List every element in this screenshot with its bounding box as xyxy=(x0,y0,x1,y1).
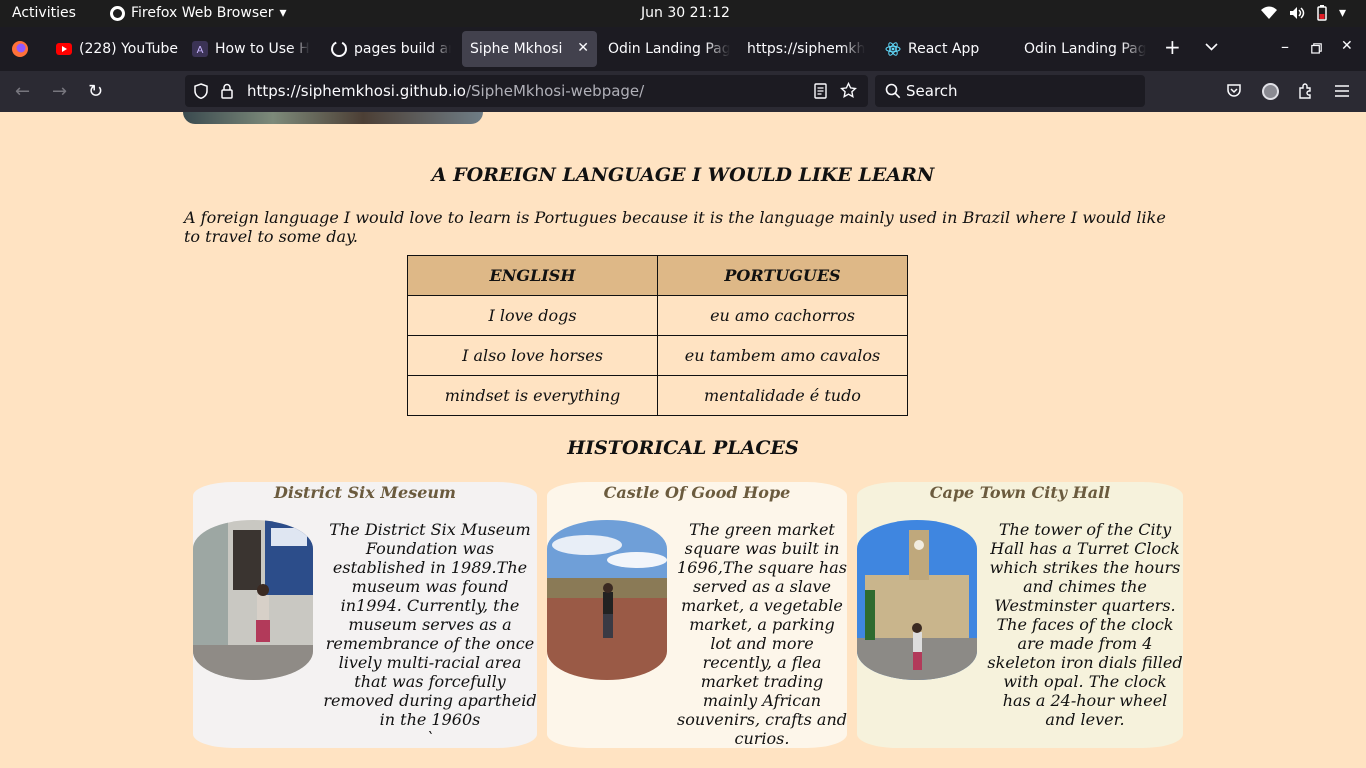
language-heading: A FOREIGN LANGUAGE I WOULD LIKE LEARN xyxy=(431,164,935,186)
column-header-portugues: PORTUGUES xyxy=(657,255,908,296)
hamburger-menu-icon[interactable] xyxy=(1335,84,1349,98)
place-description: The District Six Museum Foundation was e… xyxy=(323,520,537,748)
tab-youtube[interactable]: (228) YouTube xyxy=(48,31,180,67)
table-cell: eu amo cachorros xyxy=(657,295,908,336)
close-window-icon[interactable]: ✕ xyxy=(1341,38,1353,54)
reload-icon[interactable]: ↻ xyxy=(88,81,103,102)
tab-siphe-mkhosi[interactable]: Siphe Mkhosi ✕ xyxy=(462,31,597,67)
table-cell: eu tambem amo cavalos xyxy=(657,335,908,376)
place-card-district-six: District Six Meseum The District Six Mus… xyxy=(193,482,537,748)
search-icon xyxy=(885,83,901,99)
place-card-castle-good-hope: Castle Of Good Hope The green market squ… xyxy=(547,482,847,748)
place-card-city-hall: Cape Town City Hall The tower of the Cit… xyxy=(857,482,1183,748)
svg-text:A: A xyxy=(197,45,204,56)
list-tabs-chevron-icon[interactable] xyxy=(1205,43,1218,51)
url-text[interactable]: https://siphemkhosi.github.io/SipheMkhos… xyxy=(247,82,644,100)
address-bar[interactable]: https://siphemkhosi.github.io/SipheMkhos… xyxy=(185,75,868,107)
battery-icon xyxy=(1317,5,1327,21)
react-icon xyxy=(885,42,901,56)
bookmark-star-icon[interactable] xyxy=(840,82,857,99)
volume-icon xyxy=(1289,7,1305,19)
extensions-puzzle-icon[interactable] xyxy=(1298,83,1314,99)
table-row: I also love horses eu tambem amo cavalos xyxy=(407,335,908,376)
reader-view-icon[interactable] xyxy=(814,83,827,99)
table-header-row: ENGLISH PORTUGUES xyxy=(407,255,908,296)
stray-backtick: ` xyxy=(426,729,434,748)
column-header-english: ENGLISH xyxy=(407,255,658,296)
firefox-view-icon[interactable] xyxy=(11,40,29,58)
tab-odin-landing-2[interactable]: Odin Landing Pag xyxy=(1016,31,1146,67)
account-avatar-icon[interactable] xyxy=(1262,83,1279,100)
new-tab-plus-icon[interactable]: + xyxy=(1164,35,1181,59)
places-heading: HISTORICAL PLACES xyxy=(567,437,799,459)
city-hall-photo xyxy=(857,520,977,680)
search-bar[interactable]: Search xyxy=(875,75,1145,107)
back-arrow-icon[interactable]: ← xyxy=(15,81,30,102)
system-top-bar: Activities Firefox Web Browser ▾ Jun 30 … xyxy=(0,0,1366,27)
castle-photo xyxy=(547,520,667,680)
shield-icon[interactable] xyxy=(194,83,208,99)
github-icon xyxy=(331,41,347,57)
status-tray[interactable]: ▾ xyxy=(1260,5,1346,21)
tab-strip: (228) YouTube A How to Use HT pages buil… xyxy=(0,27,1366,71)
lock-icon[interactable] xyxy=(221,83,233,99)
youtube-icon xyxy=(56,43,72,55)
firefox-app-icon xyxy=(110,5,125,21)
language-paragraph: A foreign language I would love to learn… xyxy=(184,208,1166,246)
table-cell: I love dogs xyxy=(407,295,658,336)
hero-image xyxy=(183,112,483,124)
place-title: Castle Of Good Hope xyxy=(603,483,791,502)
place-title: Cape Town City Hall xyxy=(929,483,1111,502)
maximize-icon[interactable] xyxy=(1311,43,1322,54)
caret-down-icon: ▾ xyxy=(1338,5,1346,21)
navigation-bar: ← → ↻ https://siphemkhosi.github.io/Siph… xyxy=(0,71,1366,112)
wifi-icon xyxy=(1260,6,1277,19)
table-cell: I also love horses xyxy=(407,335,658,376)
place-description: The tower of the City Hall has a Turret … xyxy=(987,520,1183,729)
tab-react-app[interactable]: React App xyxy=(877,31,1007,67)
table-cell: mindset is everything xyxy=(407,375,658,416)
pocket-icon[interactable] xyxy=(1226,83,1242,99)
table-row: mindset is everything mentalidade é tudo xyxy=(407,375,908,416)
forward-arrow-icon[interactable]: → xyxy=(52,81,67,102)
table-cell: mentalidade é tudo xyxy=(657,375,908,416)
tab-odin-landing-1[interactable]: Odin Landing Pag xyxy=(600,31,730,67)
search-placeholder: Search xyxy=(906,82,958,100)
tab-siphemkhosi-url[interactable]: https://siphemkh xyxy=(739,31,867,67)
place-description: The green market square was built in 169… xyxy=(677,520,847,748)
district-six-photo xyxy=(193,520,313,680)
place-title: District Six Meseum xyxy=(274,483,456,502)
app-name: Firefox Web Browser xyxy=(131,5,274,21)
app-menu[interactable]: Firefox Web Browser ▾ xyxy=(110,5,287,21)
caret-down-icon: ▾ xyxy=(279,5,287,21)
activities-button[interactable]: Activities xyxy=(12,5,76,21)
table-row: I love dogs eu amo cachorros xyxy=(407,295,908,336)
minimize-icon[interactable]: – xyxy=(1281,37,1289,56)
close-tab-icon[interactable]: ✕ xyxy=(577,40,589,56)
web-page-content: A FOREIGN LANGUAGE I WOULD LIKE LEARN A … xyxy=(0,112,1366,768)
translation-table: ENGLISH PORTUGUES I love dogs eu amo cac… xyxy=(407,255,908,416)
tab-how-to-use[interactable]: A How to Use HT xyxy=(184,31,310,67)
clock[interactable]: Jun 30 21:12 xyxy=(641,5,730,21)
tab-pages-build[interactable]: pages build ar xyxy=(323,31,451,67)
a-logo-icon: A xyxy=(192,41,208,57)
